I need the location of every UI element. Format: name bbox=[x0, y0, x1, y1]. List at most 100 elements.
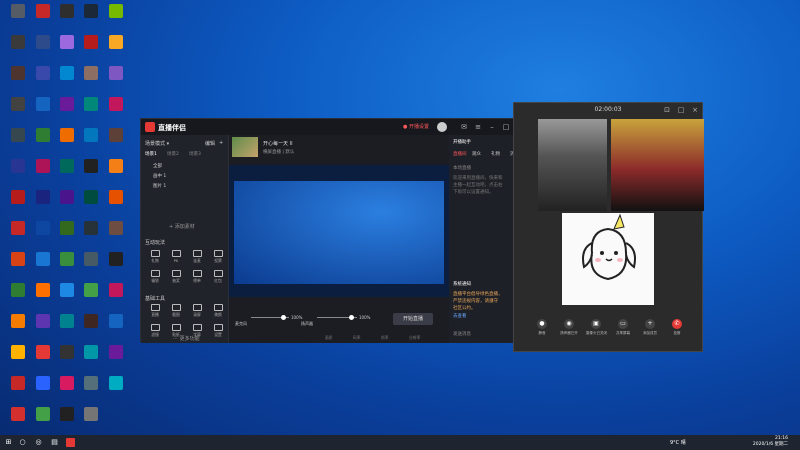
participant-video-right[interactable] bbox=[611, 119, 704, 211]
interact-button[interactable]: 连麦 bbox=[187, 249, 207, 267]
interact-button[interactable]: PK bbox=[166, 249, 186, 267]
footer-label[interactable]: 画质 bbox=[325, 335, 333, 341]
desktop-icon[interactable] bbox=[56, 66, 78, 96]
desktop-icon[interactable] bbox=[80, 97, 102, 127]
call-control-button[interactable]: ● 静音 bbox=[532, 319, 552, 343]
room-tab[interactable]: 礼物 bbox=[491, 151, 500, 157]
desktop-icon[interactable] bbox=[32, 4, 54, 34]
desktop-icon[interactable] bbox=[7, 190, 29, 220]
stream-preview[interactable] bbox=[229, 165, 449, 297]
desktop-icon[interactable] bbox=[7, 4, 29, 34]
room-tab[interactable]: 观众 bbox=[472, 151, 481, 157]
desktop-icon[interactable] bbox=[32, 159, 54, 189]
call-control-button[interactable]: ◉ 扬声器已开 bbox=[559, 319, 579, 343]
scene-thumbnail[interactable] bbox=[232, 137, 258, 157]
desktop-icon[interactable] bbox=[80, 66, 102, 96]
desktop-icon[interactable] bbox=[7, 407, 29, 437]
weather-widget[interactable]: 9°C 晴 bbox=[670, 439, 686, 446]
start-live-settings-button[interactable]: ● 开播设置 bbox=[403, 123, 429, 130]
desktop-icon[interactable] bbox=[105, 4, 127, 34]
desktop-icon[interactable] bbox=[32, 221, 54, 251]
minimize-icon[interactable]: – bbox=[487, 122, 497, 132]
interact-button[interactable]: 抽奖 bbox=[166, 269, 186, 287]
interact-button[interactable]: 礼物 bbox=[145, 249, 165, 267]
scene-tab[interactable]: 场景3 bbox=[189, 151, 201, 157]
desktop-icon[interactable] bbox=[105, 190, 127, 220]
desktop-icon[interactable] bbox=[32, 345, 54, 375]
desktop-icon[interactable] bbox=[32, 35, 54, 65]
desktop-icon[interactable] bbox=[7, 376, 29, 406]
desktop-icon[interactable] bbox=[7, 66, 29, 96]
mic-slider[interactable] bbox=[251, 315, 289, 320]
desktop-icon[interactable] bbox=[7, 128, 29, 158]
desktop-icon[interactable] bbox=[32, 66, 54, 96]
notification-icon[interactable]: ✉ bbox=[459, 122, 469, 132]
desktop-icon[interactable] bbox=[56, 314, 78, 344]
clock[interactable]: 21:16 2020/1/6 星期二 bbox=[748, 436, 788, 448]
source-item[interactable]: 图片 1 bbox=[153, 183, 166, 189]
desktop-icon[interactable] bbox=[80, 345, 102, 375]
scene-tab[interactable]: 场景1 bbox=[145, 151, 157, 157]
desktop-icon[interactable] bbox=[32, 252, 54, 282]
desktop-icon[interactable] bbox=[56, 35, 78, 65]
cortana-icon[interactable]: ◎ bbox=[34, 438, 43, 447]
windows-start-icon[interactable]: ⊞ bbox=[4, 438, 13, 447]
scene-add-button[interactable]: + bbox=[219, 140, 223, 146]
desktop-icon[interactable] bbox=[105, 376, 127, 406]
desktop-icon[interactable] bbox=[105, 159, 127, 189]
desktop-icon[interactable] bbox=[56, 407, 78, 437]
desktop-icon[interactable] bbox=[80, 4, 102, 34]
streaming-app-taskbar-icon[interactable] bbox=[66, 438, 75, 447]
source-item[interactable]: 画中 1 bbox=[153, 173, 166, 179]
interact-button[interactable]: 红包 bbox=[208, 269, 228, 287]
source-item[interactable]: 全部 bbox=[153, 163, 162, 169]
scene-edit-button[interactable]: 编辑 bbox=[205, 140, 215, 147]
desktop-icon[interactable] bbox=[56, 252, 78, 282]
desktop-icon[interactable] bbox=[80, 35, 102, 65]
tool-button[interactable]: 美颜 bbox=[208, 303, 228, 321]
desktop-icon[interactable] bbox=[56, 97, 78, 127]
desktop-icon[interactable] bbox=[7, 345, 29, 375]
call-control-button[interactable]: ▣ 摄像头已关闭 bbox=[586, 319, 607, 343]
desktop-icon[interactable] bbox=[56, 345, 78, 375]
interact-button[interactable]: 投票 bbox=[208, 249, 228, 267]
desktop-icon[interactable] bbox=[56, 4, 78, 34]
interact-button[interactable]: 福袋 bbox=[145, 269, 165, 287]
chat-input[interactable]: 发送消息 bbox=[453, 331, 471, 337]
tool-button[interactable]: 滤镜 bbox=[145, 323, 165, 341]
desktop-icon[interactable] bbox=[56, 376, 78, 406]
tool-button[interactable]: 录屏 bbox=[187, 303, 207, 321]
room-tab[interactable]: 直播间 bbox=[453, 151, 467, 157]
desktop-icon[interactable] bbox=[32, 128, 54, 158]
desktop-icon[interactable] bbox=[7, 221, 29, 251]
tool-button[interactable]: 直播 bbox=[145, 303, 165, 321]
menu-icon[interactable]: ≡ bbox=[473, 122, 483, 132]
footer-label[interactable]: 分辨率 bbox=[409, 335, 420, 341]
more-functions-button[interactable]: ⋯ 更多功能 bbox=[173, 335, 200, 342]
desktop-icon[interactable] bbox=[32, 407, 54, 437]
call-maximize-icon[interactable]: □ bbox=[676, 105, 686, 115]
desktop-icon[interactable] bbox=[80, 252, 102, 282]
desktop-icon[interactable] bbox=[80, 221, 102, 251]
speaker-slider[interactable] bbox=[317, 315, 357, 320]
desktop-icon[interactable] bbox=[56, 221, 78, 251]
desktop-icon[interactable] bbox=[56, 190, 78, 220]
desktop-icon[interactable] bbox=[56, 128, 78, 158]
desktop-icon[interactable] bbox=[105, 345, 127, 375]
desktop-icon[interactable] bbox=[7, 314, 29, 344]
desktop-icon[interactable] bbox=[32, 376, 54, 406]
desktop-icon[interactable] bbox=[105, 283, 127, 313]
desktop-icon[interactable] bbox=[32, 283, 54, 313]
desktop-icon[interactable] bbox=[7, 35, 29, 65]
desktop-icon[interactable] bbox=[80, 407, 102, 437]
desktop-icon[interactable] bbox=[80, 283, 102, 313]
call-control-button[interactable]: + 添加成员 bbox=[640, 319, 660, 343]
desktop-icon[interactable] bbox=[56, 159, 78, 189]
desktop-icon[interactable] bbox=[56, 283, 78, 313]
desktop-icon[interactable] bbox=[80, 128, 102, 158]
desktop-icon[interactable] bbox=[80, 376, 102, 406]
participant-video-left[interactable] bbox=[538, 119, 607, 211]
desktop-icon[interactable] bbox=[7, 97, 29, 127]
search-icon[interactable]: ○ bbox=[18, 438, 27, 447]
call-pin-icon[interactable]: ⊡ bbox=[662, 105, 672, 115]
